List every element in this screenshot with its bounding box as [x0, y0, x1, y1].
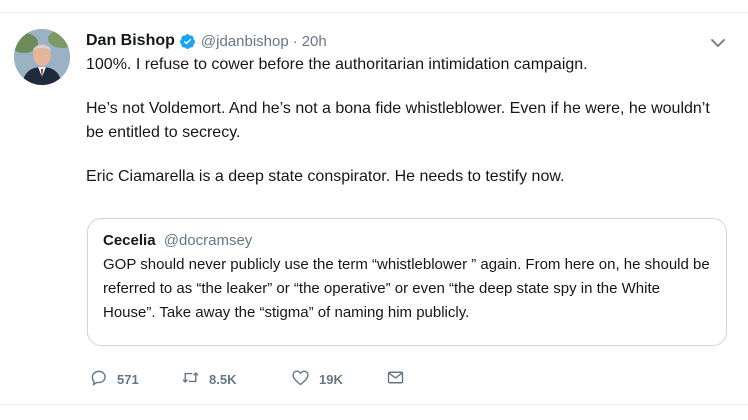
like-count: 19K [319, 371, 343, 387]
retweet-icon [180, 367, 201, 391]
like-icon [290, 367, 311, 391]
bottom-divider [0, 404, 748, 405]
quoted-tweet-header: Cecelia @docramsey [103, 231, 711, 251]
tweet-paragraph: 100%. I refuse to cower before the autho… [86, 56, 588, 73]
direct-message-icon [385, 367, 406, 391]
author-name[interactable]: Dan Bishop [86, 32, 175, 50]
tweet-header: Dan Bishop @jdanbishop · 20h [86, 30, 327, 52]
quoted-author-name: Cecelia [103, 232, 156, 249]
quoted-tweet[interactable]: Cecelia @docramsey GOP should never publ… [87, 218, 727, 346]
verified-badge-icon [179, 33, 196, 50]
reply-button[interactable]: 571 [88, 367, 180, 391]
reply-count: 571 [117, 371, 139, 387]
avatar[interactable] [14, 29, 70, 85]
retweet-count: 8.5K [209, 371, 237, 387]
tweet-paragraph: He’s not Voldemort. And he’s not a bona … [86, 100, 710, 141]
quoted-author-handle: @docramsey [163, 232, 253, 249]
like-button[interactable]: 19K [290, 367, 385, 391]
retweet-button[interactable]: 8.5K [180, 367, 290, 391]
reply-icon [88, 367, 109, 391]
separator-dot: · [292, 32, 298, 50]
tweet-text: 100%. I refuse to cower before the autho… [86, 53, 726, 189]
tweet-paragraph: Eric Ciamarella is a deep state conspira… [86, 168, 565, 185]
chevron-down-icon[interactable] [708, 33, 728, 53]
quoted-tweet-text: GOP should never publicly use the term “… [103, 256, 710, 321]
tweet-actions: 571 8.5K 19K [88, 367, 406, 391]
tweet-timestamp[interactable]: 20h [302, 33, 327, 50]
direct-message-button[interactable] [385, 367, 406, 391]
tweet[interactable]: Dan Bishop @jdanbishop · 20h 100%. I ref… [0, 13, 748, 404]
author-handle[interactable]: @jdanbishop [201, 33, 289, 50]
